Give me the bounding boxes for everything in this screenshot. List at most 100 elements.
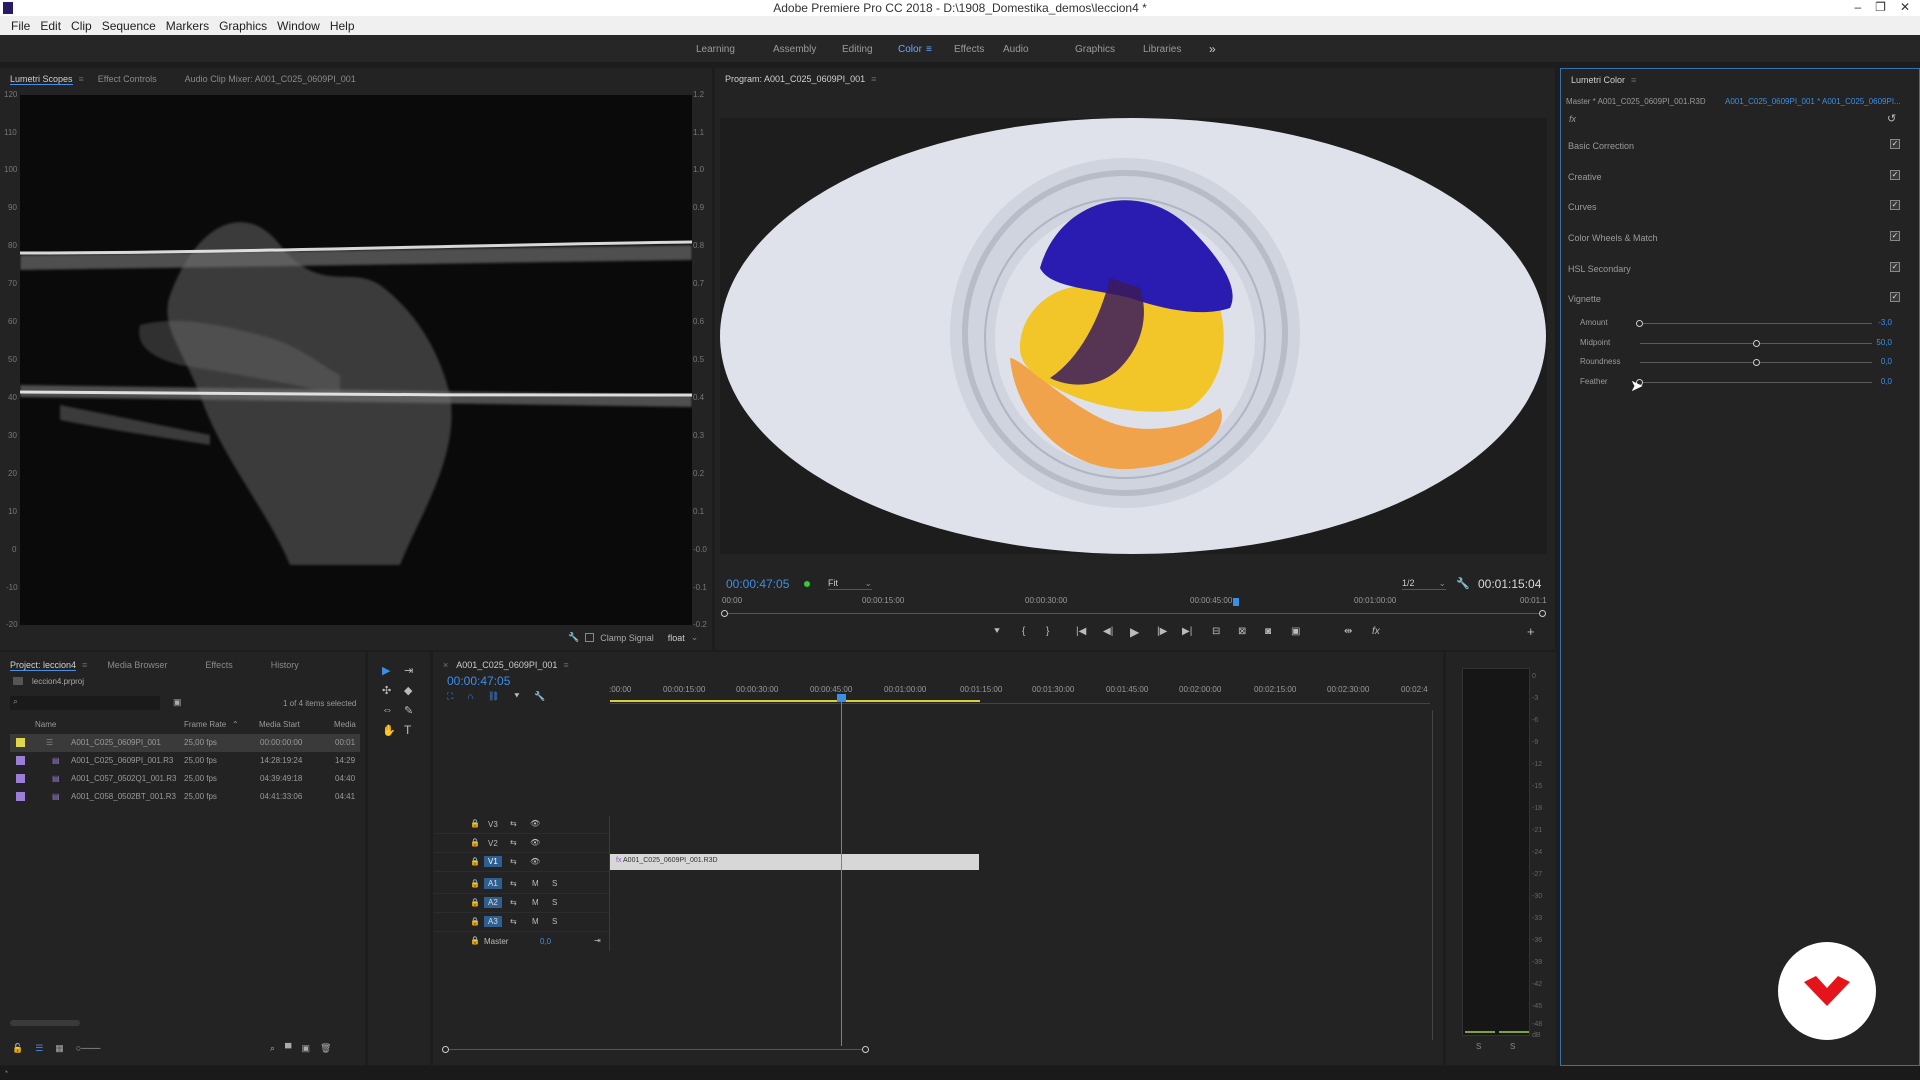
tab-effect-controls[interactable]: Effect Controls	[98, 74, 157, 84]
sync-lock-icon[interactable]: ⇆	[510, 917, 517, 926]
basic-correction-checkbox[interactable]: ✓	[1890, 139, 1900, 149]
sync-lock-icon[interactable]: ⇆	[510, 819, 517, 828]
creative-checkbox[interactable]: ✓	[1890, 170, 1900, 180]
solo-button[interactable]: S	[552, 917, 557, 926]
playhead-handle[interactable]	[837, 694, 846, 702]
zoom-handle-right[interactable]	[1539, 610, 1546, 617]
zoom-slider-icon[interactable]: ○───	[76, 1043, 101, 1054]
solo-button[interactable]: S	[552, 879, 557, 888]
new-bin-icon[interactable]: ▣	[173, 697, 182, 708]
lift-icon[interactable]: ⊟	[1212, 626, 1220, 637]
vignette-amount-slider[interactable]	[1640, 323, 1872, 324]
tab-lumetri-color[interactable]: Lumetri Color	[1571, 75, 1625, 85]
timeline-zoom-right[interactable]	[862, 1046, 869, 1053]
vignette-midpoint-value[interactable]: 50,0	[1862, 338, 1892, 347]
workspace-menu-icon[interactable]: ≡	[926, 44, 954, 55]
section-basic-correction[interactable]: Basic Correction	[1568, 141, 1634, 151]
panel-menu-icon[interactable]: ≡	[79, 74, 84, 84]
precision-select[interactable]: float	[668, 633, 685, 643]
hsl-secondary-checkbox[interactable]: ✓	[1890, 262, 1900, 272]
close-tab-icon[interactable]: ×	[443, 660, 448, 670]
jump-icon[interactable]: ⇥	[594, 936, 601, 945]
workspace-effects[interactable]: Effects	[954, 44, 1003, 55]
menu-file[interactable]: File	[6, 19, 35, 33]
menu-graphics[interactable]: Graphics	[214, 19, 272, 33]
track-label[interactable]: V3	[488, 820, 498, 829]
fit-select[interactable]: Fit ⌄	[828, 578, 872, 590]
find-icon[interactable]: ⌕	[270, 1043, 275, 1054]
sync-lock-icon[interactable]: ⇆	[510, 857, 517, 866]
section-vignette[interactable]: Vignette	[1568, 294, 1601, 304]
resolution-select[interactable]: 1/2 ⌄	[1402, 578, 1446, 590]
master-clip-select[interactable]: Master * A001_C025_0609PI_001.R3D	[1566, 97, 1706, 106]
menu-clip[interactable]: Clip	[66, 19, 97, 33]
lock-icon[interactable]: 🔒	[470, 936, 480, 945]
nest-icon[interactable]: ⛶	[447, 691, 453, 702]
workspace-editing[interactable]: Editing	[842, 44, 898, 55]
timeline-timecode[interactable]: 00:00:47:05	[447, 674, 510, 688]
trash-icon[interactable]: 🗑	[320, 1043, 331, 1054]
section-hsl-secondary[interactable]: HSL Secondary	[1568, 264, 1631, 274]
mute-button[interactable]: M	[532, 879, 539, 888]
track-label[interactable]: V2	[488, 839, 498, 848]
color-wheels-checkbox[interactable]: ✓	[1890, 231, 1900, 241]
step-back-icon[interactable]: ◀|	[1103, 626, 1113, 637]
selection-tool-icon[interactable]: ▶	[382, 664, 390, 677]
fx-icon[interactable]: fx	[1372, 626, 1380, 637]
panel-menu-icon[interactable]: ≡	[871, 74, 876, 84]
linked-selection-icon[interactable]: ⛓	[488, 691, 499, 702]
section-creative[interactable]: Creative	[1568, 172, 1602, 182]
workspace-audio[interactable]: Audio	[1003, 44, 1075, 55]
razor-tool-icon[interactable]: ◆	[404, 684, 412, 697]
col-frame-rate[interactable]: Frame Rate	[184, 720, 226, 729]
vignette-roundness-handle[interactable]	[1753, 359, 1760, 366]
zoom-bar[interactable]	[724, 613, 1544, 614]
panel-menu-icon[interactable]: ≡	[563, 660, 568, 670]
button-editor-icon[interactable]: +	[1527, 624, 1535, 639]
tab-program[interactable]: Program: A001_C025_0609PI_001	[725, 74, 865, 84]
new-bin-icon[interactable]: ▀	[285, 1043, 291, 1054]
vertical-scrollbar[interactable]	[1432, 710, 1433, 1040]
menu-sequence[interactable]: Sequence	[97, 19, 161, 33]
reset-icon[interactable]: ↺	[1887, 112, 1896, 125]
comparison-view-icon[interactable]: ▣	[1291, 626, 1300, 637]
panel-menu-icon[interactable]: ≡	[1631, 75, 1636, 85]
tab-effects[interactable]: Effects	[205, 660, 232, 670]
vignette-roundness-value[interactable]: 0,0	[1862, 357, 1892, 366]
add-marker-icon[interactable]: ⯆	[993, 626, 1001, 637]
wrench-icon[interactable]: 🔧	[534, 691, 545, 702]
track-label[interactable]: A1	[484, 878, 502, 889]
tab-sequence[interactable]: A001_C025_0609PI_001	[456, 660, 557, 670]
step-forward-icon[interactable]: |▶	[1157, 626, 1167, 637]
tab-project[interactable]: Project: leccion4	[10, 660, 77, 671]
lock-icon[interactable]: 🔒	[470, 857, 480, 866]
menu-help[interactable]: Help	[325, 19, 360, 33]
col-media[interactable]: Media	[334, 720, 356, 729]
col-media-start[interactable]: Media Start	[259, 720, 300, 729]
snap-icon[interactable]: ∩	[467, 691, 473, 702]
table-row[interactable]: ▤ A001_C058_0502BT_001.R3 25,00 fps 04:4…	[10, 788, 360, 806]
vignette-feather-value[interactable]: 0,0	[1862, 377, 1892, 386]
type-tool-icon[interactable]: T	[404, 723, 411, 737]
timeline-zoom-bar[interactable]	[446, 1049, 866, 1050]
vignette-checkbox[interactable]: ✓	[1890, 292, 1900, 302]
ripple-edit-tool-icon[interactable]: ✣	[382, 684, 391, 697]
more-workspaces-button[interactable]: »	[1209, 42, 1216, 56]
tab-history[interactable]: History	[271, 660, 299, 670]
mute-button[interactable]: M	[532, 917, 539, 926]
slip-tool-icon[interactable]: ⇔	[382, 704, 393, 716]
wrench-icon[interactable]: 🔧	[568, 632, 579, 643]
track-label[interactable]: A2	[484, 897, 502, 908]
solo-left-button[interactable]: S	[1476, 1042, 1481, 1051]
menu-edit[interactable]: Edit	[35, 19, 66, 33]
lock-icon[interactable]: 🔒	[470, 917, 480, 926]
lock-icon[interactable]: 🔒	[470, 898, 480, 907]
clamp-signal-checkbox[interactable]	[585, 633, 595, 642]
solo-button[interactable]: S	[552, 898, 557, 907]
timeline-zoom-left[interactable]	[442, 1046, 449, 1053]
lock-icon[interactable]: 🔓	[12, 1043, 23, 1054]
table-row[interactable]: ☰ A001_C025_0609PI_001 25,00 fps 00:00:0…	[10, 734, 360, 752]
vignette-midpoint-handle[interactable]	[1753, 340, 1760, 347]
hand-tool-icon[interactable]: ✋	[382, 724, 396, 737]
vignette-amount-handle[interactable]	[1636, 320, 1643, 327]
